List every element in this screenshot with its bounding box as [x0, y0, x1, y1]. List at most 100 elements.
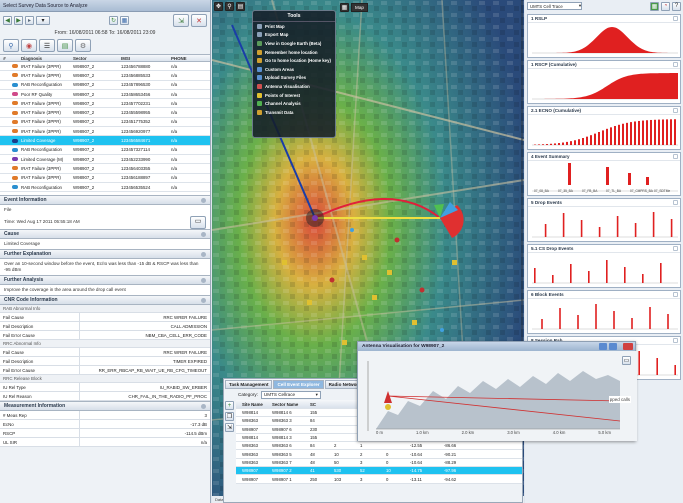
layers-icon[interactable]: ◉: [21, 39, 37, 52]
tool-icon: [257, 92, 262, 98]
tools-menu-item[interactable]: View in Google Earth (Beta): [253, 39, 335, 48]
table-row[interactable]: W98363 W98363 7 48 50 3 0 -10.64 -88.29: [236, 458, 522, 468]
measurement-header[interactable]: Measurement Information: [0, 401, 210, 412]
chart-card[interactable]: 4 Event Summary 07_08_BA 07_35_BA 07_FB_BA 0…: [527, 152, 681, 196]
back-icon[interactable]: ◀: [3, 16, 12, 25]
minimize-icon[interactable]: [599, 343, 607, 350]
table-row[interactable]: IRAT Failure (3PPR) W98907_2 123456885533 n…: [0, 71, 210, 81]
maximize-icon[interactable]: [609, 343, 617, 350]
event-info-header[interactable]: Event Information: [0, 195, 210, 206]
pan-icon[interactable]: ✥: [214, 2, 223, 11]
chart-bar: [631, 318, 633, 329]
collapse-icon[interactable]: [201, 252, 206, 258]
expand-icon[interactable]: [673, 246, 678, 251]
expand-icon[interactable]: [673, 200, 678, 205]
add-icon[interactable]: +: [225, 401, 234, 410]
list-icon[interactable]: ☰: [39, 39, 55, 52]
chart-bar: [662, 119, 664, 145]
chart-card[interactable]: 6 Block Events: [527, 290, 681, 334]
help-icon[interactable]: ?: [672, 1, 681, 11]
close-icon[interactable]: [623, 343, 633, 350]
table-row[interactable]: RAB Reconfiguration W98907_2 123457896530 n…: [0, 80, 210, 90]
table-row[interactable]: W98907 W98907 1 250 103 3 0 -13.11 -94.62: [236, 475, 522, 484]
calendar-icon[interactable]: ▦: [120, 16, 129, 25]
refresh-icon[interactable]: ↻: [109, 16, 118, 25]
tools-menu-item[interactable]: Print Map: [253, 22, 335, 31]
table-row[interactable]: W98363 W98363 5 48 10 2 0 -10.64 -90.21: [236, 450, 522, 459]
further-analysis-header[interactable]: Further Analysis: [0, 275, 210, 286]
window-settings-icon[interactable]: ▭: [622, 356, 631, 365]
collapse-icon[interactable]: [201, 232, 206, 238]
delete-icon[interactable]: ✕: [191, 14, 207, 27]
table-row[interactable]: W98363 W98363 6 84 2 1 -12.55 -86.66: [236, 442, 522, 451]
table-row[interactable]: IRAT Failure (3PPR) W98907_2 123456920977 n…: [0, 127, 210, 137]
tools-menu-item[interactable]: Upload Survey Files: [253, 74, 335, 83]
tools-menu-item[interactable]: Antenna Visualisation: [253, 82, 335, 91]
tab-cell-event-explorer[interactable]: Cell Event Explorer: [273, 380, 324, 389]
cnr-header[interactable]: CNR Code Information: [0, 295, 210, 306]
distance-axis: 0 m 1.0 km 2.0 km 3.0 km 4.0 km 5.0 km: [358, 430, 637, 438]
chart-bar: [658, 119, 660, 145]
collapse-icon[interactable]: [201, 298, 206, 304]
tools-menu-item[interactable]: Remember home location: [253, 48, 335, 57]
chart-icon[interactable]: ▤: [57, 39, 73, 52]
collapse-icon[interactable]: [201, 198, 206, 204]
tools-menu-item[interactable]: Channel Analysis: [253, 99, 335, 108]
expand-icon[interactable]: [673, 154, 678, 159]
forward-icon[interactable]: ▸: [25, 16, 34, 25]
chart-bar: [568, 163, 571, 185]
table-row[interactable]: IRAT Failure (3PPR) W98907_2 123451775352 n…: [0, 117, 210, 128]
tools-menu-item[interactable]: Custom Areas: [253, 65, 335, 74]
tools-menu-item[interactable]: Go to home location (Home key): [253, 56, 335, 65]
tools-menu-item[interactable]: Points of Interest: [253, 91, 335, 100]
table-row[interactable]: IRAT Failure (3PPR) W98907_2 123456788880 n…: [0, 62, 210, 72]
pie-icon[interactable]: ◔: [661, 1, 670, 11]
table-row[interactable]: Poor RF Quality W98907_2 123458653456 n/a: [0, 89, 210, 100]
cause-header[interactable]: Cause: [0, 229, 210, 240]
chart-card[interactable]: 1 RSLP: [527, 14, 681, 58]
expand-icon[interactable]: [673, 108, 678, 113]
play-icon[interactable]: ▶: [14, 16, 23, 25]
export-event-icon[interactable]: ▭: [190, 215, 206, 229]
chart-bar: [538, 144, 540, 145]
table-row[interactable]: IRAT Failure (3PPR) W98907_2 123456403355 n…: [0, 164, 210, 174]
chart-card[interactable]: 2.1 ECNO (Cumulative): [527, 106, 681, 150]
antenna-profile: [358, 351, 637, 441]
tab-task-management[interactable]: Task Management: [225, 380, 273, 389]
chart-card[interactable]: 1 RSCP (Cumulative): [527, 60, 681, 104]
chart-card[interactable]: 5 Drop Events: [527, 198, 681, 242]
table-row[interactable]: Limited Coverage W98907_2 123456584671 n/a: [0, 136, 210, 146]
export-icon[interactable]: ⇲: [173, 14, 189, 27]
tools-icon[interactable]: ▤: [236, 2, 245, 11]
grid-view-icon[interactable]: ▦: [650, 1, 659, 11]
copy-icon[interactable]: ❐: [225, 412, 234, 421]
expand-icon[interactable]: [673, 16, 678, 21]
tools-menu-item[interactable]: Export Map: [253, 31, 335, 40]
zoom-icon[interactable]: ⚲: [225, 2, 234, 11]
export-table-icon[interactable]: ⇲: [225, 423, 234, 432]
layers-toggle-icon[interactable]: ▦: [340, 3, 349, 12]
expand-icon[interactable]: [673, 62, 678, 67]
antenna-window-titlebar[interactable]: Antenna Visualisation for W98907_2: [358, 342, 635, 351]
collapse-icon[interactable]: [201, 278, 206, 284]
table-row[interactable]: IRAT Failure (3PPR) W98907_2 123457702231 n…: [0, 99, 210, 109]
collapse-icon[interactable]: [201, 404, 206, 410]
category-select[interactable]: UMTS Cellrace ▾: [260, 390, 321, 399]
table-row[interactable]: IRAT Failure (3PPR) W98907_2 123456188897 n…: [0, 173, 210, 183]
table-row[interactable]: IRAT Failure (3PPR) W98907_2 123455598955 n…: [0, 108, 210, 118]
trace-dropdown[interactable]: UMTS Cell Trace ▾: [527, 2, 582, 10]
dropdown-button[interactable]: ▾: [36, 16, 50, 25]
tools-menu-item[interactable]: Transmit Data: [253, 108, 335, 117]
map-type-button[interactable]: Map: [351, 3, 368, 12]
table-row[interactable]: Limited Coverage (M) W98907_2 123452233990…: [0, 154, 210, 165]
chart-card[interactable]: 5.1 CS Drop Events: [527, 244, 681, 288]
table-row[interactable]: RAB Reconfiguration W98907_2 123456535524 n…: [0, 182, 210, 193]
expand-icon[interactable]: [673, 292, 678, 297]
antenna-window[interactable]: Antenna Visualisation for W98907_2 0 m 1.…: [357, 341, 637, 441]
further-explanation-header[interactable]: Further Explanation: [0, 249, 210, 260]
table-row[interactable]: W98907 W98907 2 41 530 52 10 -14.75 -97.96: [236, 467, 522, 476]
settings-icon[interactable]: ⚙: [75, 39, 91, 52]
filter-icon[interactable]: ⚲: [3, 39, 19, 52]
expand-icon[interactable]: [673, 338, 678, 343]
table-row[interactable]: RAB Reconfiguration W98907_2 123457327114 n…: [0, 145, 210, 155]
